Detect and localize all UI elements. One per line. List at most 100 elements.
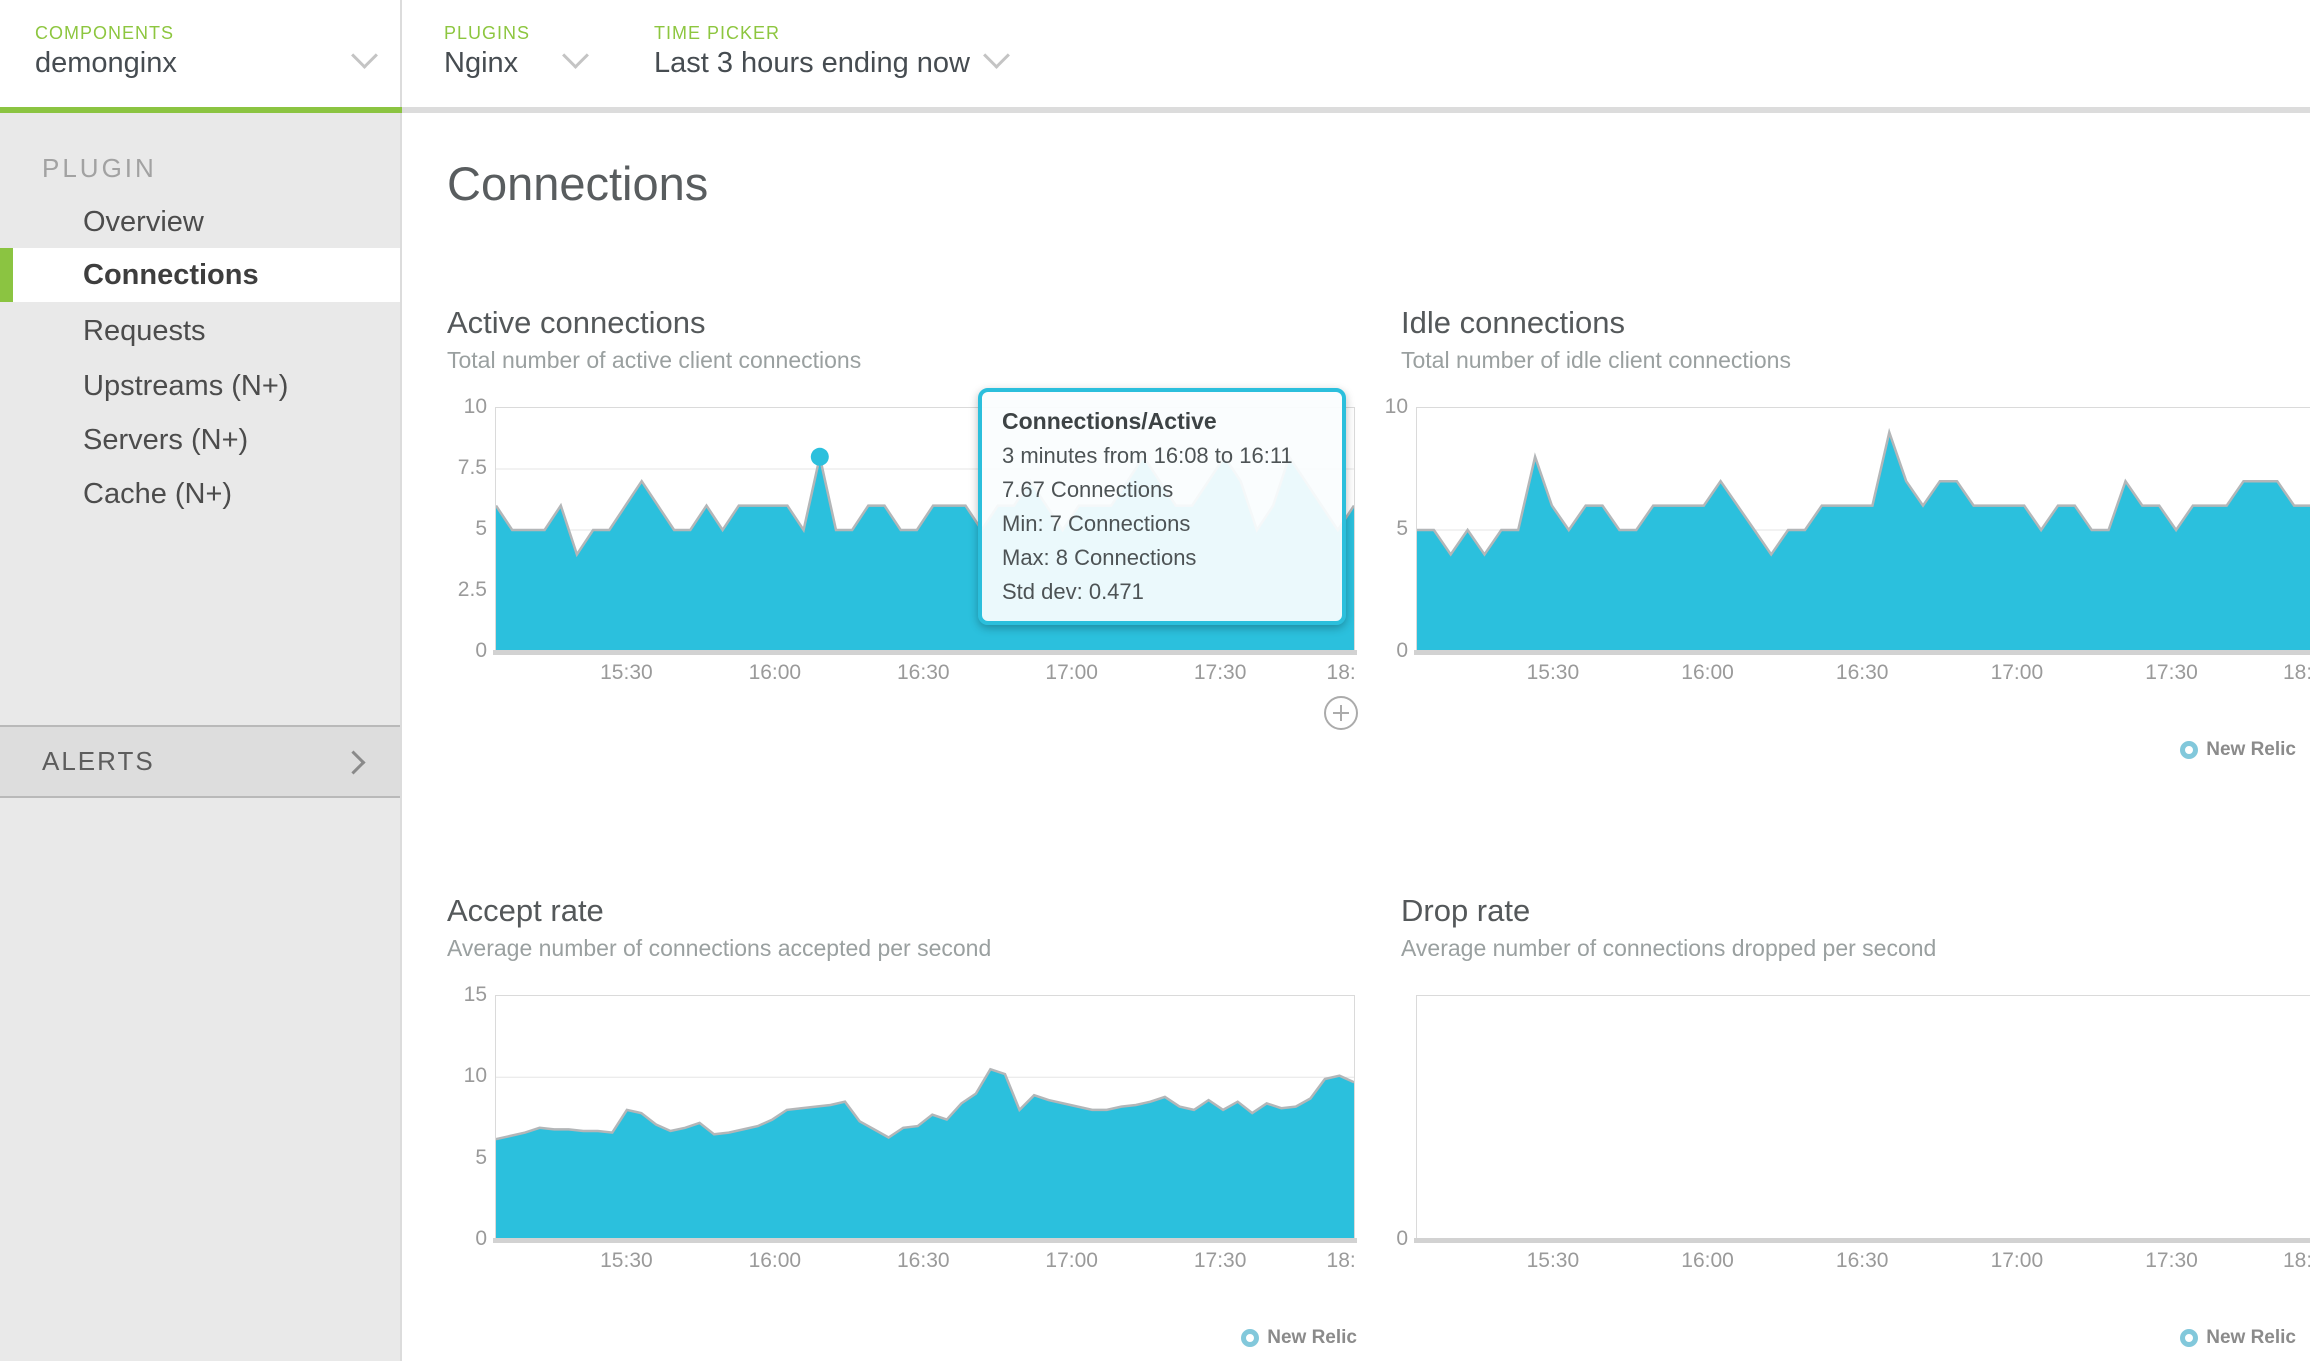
top-bar: COMPONENTS demonginx PLUGINS Nginx TIME … — [0, 0, 2310, 107]
sidebar-item-requests[interactable]: Requests — [0, 304, 400, 358]
chart-subtitle: Average number of connections accepted p… — [447, 935, 1353, 962]
sidebar-item-servers[interactable]: Servers (N+) — [0, 413, 400, 467]
topbar-divider — [400, 0, 402, 107]
tooltip-line: Max: 8 Connections — [1002, 541, 1322, 575]
y-tick-label: 10 — [1385, 395, 1408, 419]
y-tick-label: 7.5 — [458, 456, 487, 480]
x-axis: 15:30 16:00 16:30 17:00 17:30 18: — [1417, 652, 2310, 692]
chart-tooltip: Connections/Active 3 minutes from 16:08 … — [978, 388, 1346, 625]
chevron-down-icon — [562, 42, 589, 69]
page-title: Connections — [447, 156, 708, 211]
sidebar-item-alerts[interactable]: ALERTS — [0, 725, 400, 798]
chart-title: Accept rate — [447, 893, 1353, 929]
x-tick-label: 18: — [2283, 1249, 2310, 1273]
new-relic-logo: New Relic — [2180, 739, 2296, 761]
y-axis: 0 2.5 5 7.5 10 — [447, 305, 487, 705]
chevron-down-icon — [983, 42, 1010, 69]
tooltip-line: 3 minutes from 16:08 to 16:11 — [1002, 439, 1322, 473]
sidebar: PLUGIN Overview Connections Requests Ups… — [0, 113, 402, 1361]
topbar-accent-bar — [402, 107, 2310, 113]
plugins-value: Nginx — [444, 47, 518, 80]
drop-rate-plot-area[interactable]: 15:3016:0016:3017:0017:3018: — [1416, 995, 2310, 1241]
y-tick-label: 15 — [464, 983, 487, 1007]
accept-rate-plot-area[interactable]: 15:3016:0016:3017:0017:3018: — [495, 995, 1355, 1241]
x-axis: 15:30 16:00 16:30 17:00 17:30 18: — [496, 1240, 1354, 1280]
x-tick-label: 16:30 — [897, 661, 950, 685]
selected-indicator-bar — [0, 248, 13, 302]
x-tick-label: 15:30 — [1527, 661, 1580, 685]
tooltip-line: Std dev: 0.471 — [1002, 575, 1322, 609]
new-relic-logo: New Relic — [1241, 1327, 1357, 1349]
y-axis: 0 — [1368, 893, 1408, 1293]
x-axis: 15:3016:0016:3017:0017:3018: — [1417, 1240, 2310, 1280]
tooltip-line: 7.67 Connections — [1002, 473, 1322, 507]
x-tick-label: 15:30 — [600, 661, 653, 685]
y-tick-label: 5 — [475, 517, 487, 541]
y-axis: 0 5 10 15 — [447, 893, 487, 1293]
x-tick-label: 16:30 — [897, 1249, 950, 1273]
x-tick-label: 17:00 — [1991, 661, 2044, 685]
tooltip-title: Connections/Active — [1002, 403, 1322, 439]
sidebar-section-label: PLUGIN — [42, 153, 157, 184]
alerts-label: ALERTS — [42, 746, 155, 776]
x-tick-label: 17:30 — [2145, 1249, 2198, 1273]
x-tick-label: 17:00 — [1045, 1249, 1098, 1273]
sidebar-item-label: Overview — [83, 206, 204, 238]
plugins-dropdown[interactable]: PLUGINS Nginx — [444, 0, 614, 107]
components-label: COMPONENTS — [35, 23, 174, 44]
y-axis: 0 5 10 — [1368, 305, 1408, 705]
y-tick-label: 5 — [475, 1146, 487, 1170]
new-relic-logo-text: New Relic — [1267, 1327, 1357, 1349]
x-tick-label: 17:30 — [1194, 1249, 1247, 1273]
x-tick-label: 18: — [2283, 661, 2310, 685]
sidebar-item-label: Requests — [83, 315, 206, 347]
x-tick-label: 17:00 — [1045, 661, 1098, 685]
chart-subtitle: Average number of connections dropped pe… — [1401, 935, 2310, 962]
y-tick-label: 0 — [475, 1227, 487, 1251]
new-relic-logo: New Relic — [2180, 1327, 2296, 1349]
new-relic-logo-text: New Relic — [2206, 1327, 2296, 1349]
new-relic-ring-icon — [2180, 1329, 2198, 1347]
idle-connections-plot-area[interactable]: 15:3016:0016:3017:0017:3018: — [1416, 407, 2310, 653]
chevron-right-icon — [341, 750, 365, 774]
sidebar-item-overview[interactable]: Overview — [0, 195, 400, 249]
sidebar-item-label: Upstreams (N+) — [83, 370, 288, 402]
x-tick-label: 16:00 — [749, 1249, 802, 1273]
x-tick-label: 16:00 — [1681, 661, 1734, 685]
x-tick-label: 17:00 — [1991, 1249, 2044, 1273]
time-picker-value: Last 3 hours ending now — [654, 47, 970, 80]
components-dropdown[interactable]: COMPONENTS demonginx — [35, 0, 400, 107]
chart-subtitle: Total number of idle client connections — [1401, 347, 2310, 374]
y-tick-label: 0 — [1396, 1227, 1408, 1251]
y-tick-label: 0 — [1396, 639, 1408, 663]
new-relic-logo-text: New Relic — [2206, 739, 2296, 761]
chart-title: Active connections — [447, 305, 1353, 341]
time-picker-dropdown[interactable]: TIME PICKER Last 3 hours ending now — [654, 0, 1034, 107]
chart-subtitle: Total number of active client connection… — [447, 347, 1353, 374]
x-tick-label: 16:00 — [749, 661, 802, 685]
chart-title: Drop rate — [1401, 893, 2310, 929]
sidebar-item-label: Servers (N+) — [83, 424, 248, 456]
accept-rate-chart: Accept rate Average number of connection… — [447, 893, 1353, 962]
x-axis: 15:3016:0016:3017:0017:3018: — [496, 652, 1354, 692]
zoom-plus-icon[interactable] — [1324, 696, 1358, 730]
y-tick-label: 10 — [464, 395, 487, 419]
x-tick-label: 18: — [1327, 1249, 1356, 1273]
drop-rate-chart: Drop rate Average number of connections … — [1368, 893, 2310, 962]
tooltip-line: Min: 7 Connections — [1002, 507, 1322, 541]
y-tick-label: 2.5 — [458, 578, 487, 602]
x-tick-label: 16:30 — [1836, 661, 1889, 685]
y-tick-label: 5 — [1396, 517, 1408, 541]
plugins-label: PLUGINS — [444, 23, 530, 44]
sidebar-item-label: Connections — [83, 259, 259, 291]
sidebar-item-upstreams[interactable]: Upstreams (N+) — [0, 359, 400, 413]
sidebar-item-cache[interactable]: Cache (N+) — [0, 467, 400, 521]
y-tick-label: 0 — [475, 639, 487, 663]
x-tick-label: 15:30 — [600, 1249, 653, 1273]
x-tick-label: 16:00 — [1681, 1249, 1734, 1273]
time-picker-label: TIME PICKER — [654, 23, 780, 44]
y-tick-label: 10 — [464, 1064, 487, 1088]
x-tick-label: 17:30 — [2145, 661, 2198, 685]
x-tick-label: 15:30 — [1527, 1249, 1580, 1273]
sidebar-item-connections[interactable]: Connections — [0, 248, 400, 302]
